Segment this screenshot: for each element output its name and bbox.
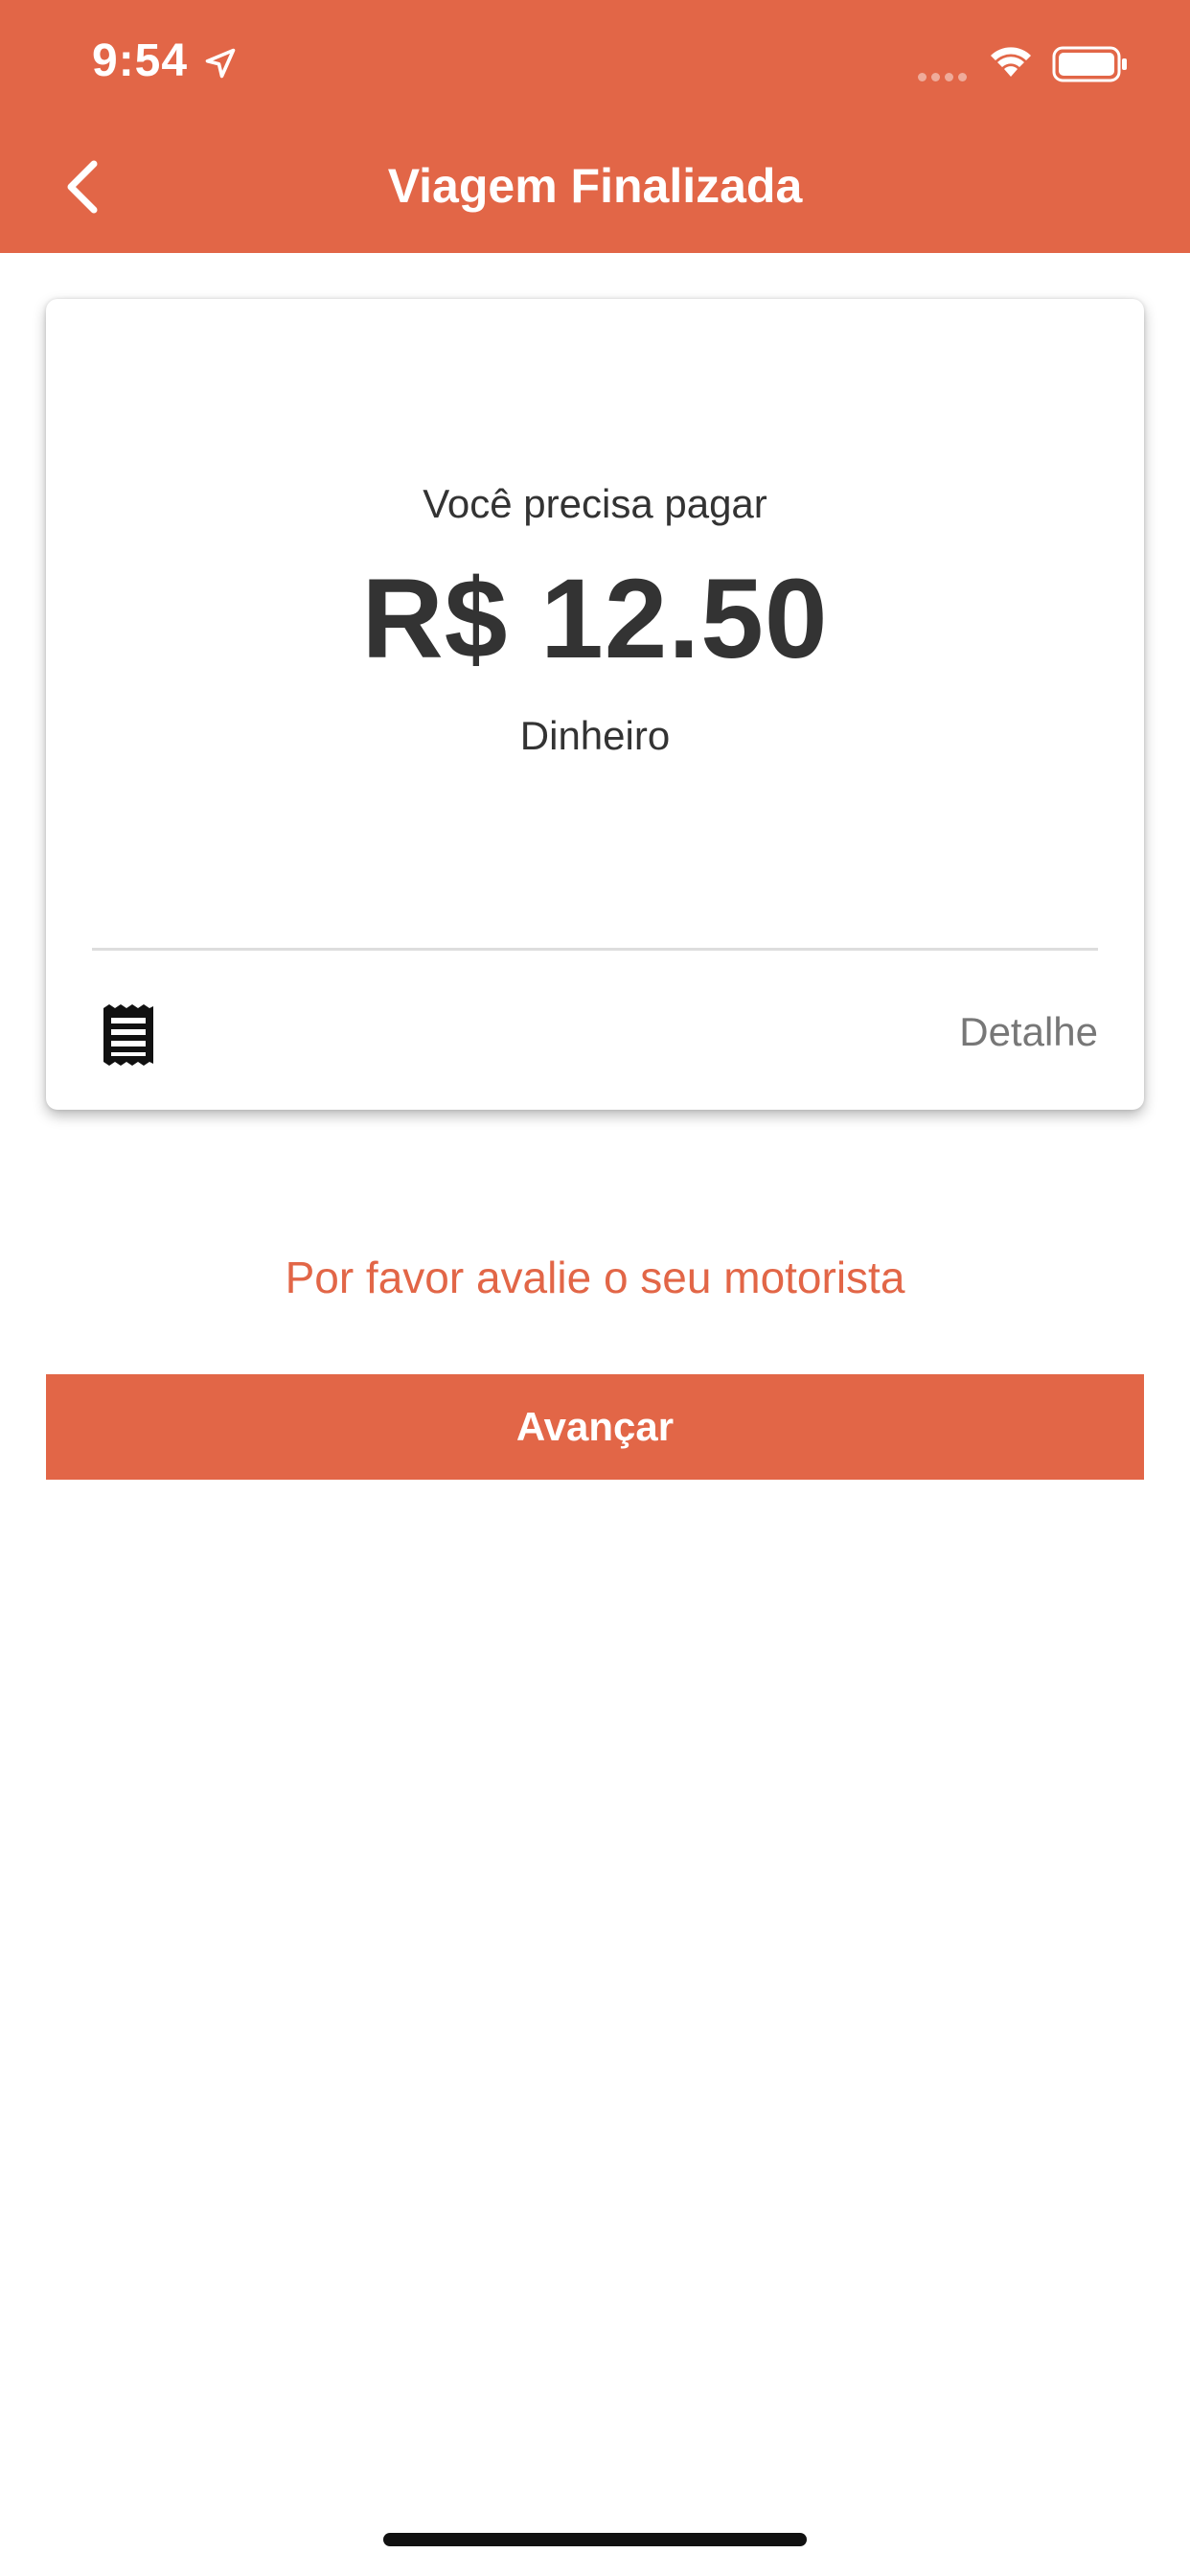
cellular-signal-icon xyxy=(918,73,967,81)
fare-amount: R$ 12.50 xyxy=(361,556,829,682)
payment-prompt: Você precisa pagar xyxy=(423,481,767,526)
receipt-icon[interactable] xyxy=(100,1004,157,1066)
status-time: 9:54 xyxy=(92,35,189,86)
location-arrow-icon xyxy=(205,48,236,79)
wifi-icon xyxy=(991,47,1031,77)
trip-finished-screen: 9:54 Viagem Finalizada Você precisa paga… xyxy=(0,0,1190,2576)
home-indicator[interactable] xyxy=(383,2533,807,2546)
detail-link[interactable]: Detalhe xyxy=(959,1009,1098,1055)
card-divider xyxy=(92,948,1098,951)
payment-method: Dinheiro xyxy=(519,713,671,758)
next-button[interactable]: Avançar xyxy=(46,1374,1144,1480)
payment-card: Você precisa pagar R$ 12.50 Dinheiro Det… xyxy=(46,299,1144,1110)
rate-driver-link[interactable]: Por favor avalie o seu motorista xyxy=(0,1252,1190,1303)
page-title: Viagem Finalizada xyxy=(387,159,803,213)
header-bar: 9:54 Viagem Finalizada xyxy=(0,0,1190,253)
battery-icon xyxy=(1052,46,1127,82)
